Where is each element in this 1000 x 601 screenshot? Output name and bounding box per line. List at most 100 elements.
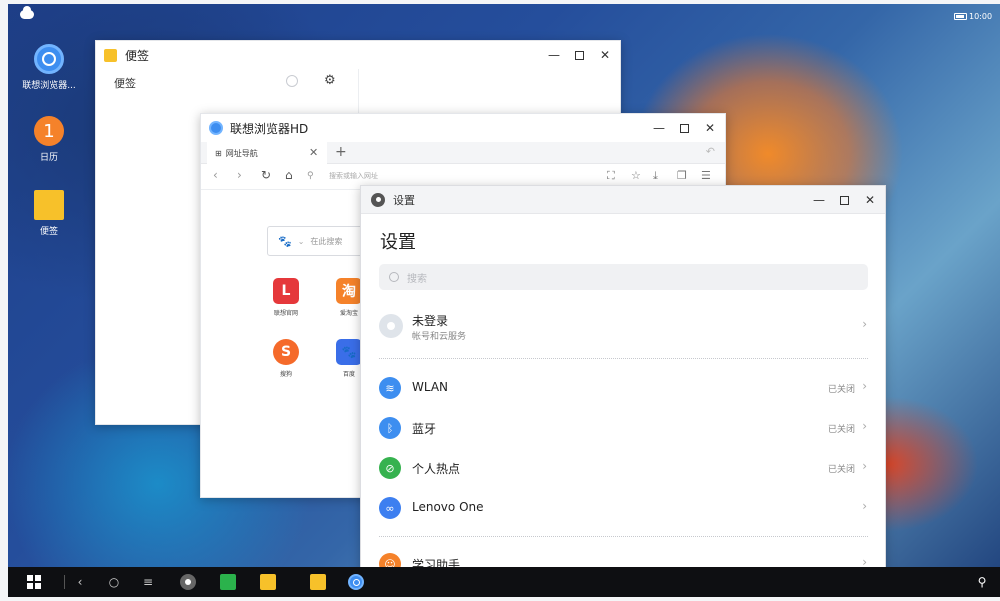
maximize-button[interactable] xyxy=(840,195,849,205)
browser-app-icon xyxy=(34,44,64,74)
window-title: 设置 xyxy=(393,193,415,207)
search-placeholder: 在此搜索 xyxy=(310,236,343,246)
desktop-icon-calendar[interactable]: 1 日历 xyxy=(14,116,84,163)
tab-close-button[interactable]: ✕ xyxy=(309,146,318,159)
row-sublabel: 帐号和云服务 xyxy=(412,332,467,342)
taskbar: ‹ ○ ≡ ⚲ xyxy=(8,567,1000,597)
chevron-right-icon: › xyxy=(862,419,867,433)
undo-icon[interactable]: ↶ xyxy=(706,145,715,158)
tab-bar: ⊞ 网址导航 ✕ + ↶ xyxy=(201,142,725,164)
battery-icon xyxy=(954,13,967,20)
browser-titlebar[interactable]: 联想浏览器HD — ✕ xyxy=(201,114,725,142)
desktop-icon-label: 便签 xyxy=(39,227,58,237)
new-tab-button[interactable]: + xyxy=(335,144,347,160)
browser-icon xyxy=(209,121,223,135)
home-icon[interactable]: ⌂ xyxy=(285,168,293,182)
row-label: Lenovo One xyxy=(412,500,484,514)
desktop-icon-label: 联想浏览器... xyxy=(22,81,76,91)
baidu-paw-icon: 🐾 xyxy=(278,234,292,248)
minimize-button[interactable]: — xyxy=(547,48,561,62)
search-icon[interactable]: ⚲ xyxy=(974,574,990,590)
page-title: 设置 xyxy=(380,232,416,253)
recent-apps-button[interactable]: ≡ xyxy=(140,574,156,590)
star-icon[interactable]: ☆ xyxy=(631,169,641,182)
maximize-button[interactable] xyxy=(680,123,689,133)
bookmark-icon[interactable]: ❐ xyxy=(677,169,687,182)
settings-titlebar[interactable]: 设置 — ✕ xyxy=(361,186,885,214)
notes-list-header: 便签 xyxy=(114,77,136,90)
status-text: 已关闭 xyxy=(827,465,855,475)
row-label: 蓝牙 xyxy=(412,422,437,436)
baidu-search-box[interactable]: 🐾 ⌄ 在此搜索 xyxy=(267,226,367,256)
grid-icon: ⊞ xyxy=(215,148,222,158)
calendar-app-icon: 1 xyxy=(34,116,64,146)
url-input[interactable]: 搜索或输入网址 xyxy=(329,171,378,181)
apps-grid-icon xyxy=(27,575,41,589)
desktop-icon-label: 日历 xyxy=(39,153,58,163)
notes-app-icon xyxy=(34,190,64,220)
divider xyxy=(379,358,868,359)
settings-row-bluetooth[interactable]: ᛒ 蓝牙 已关闭 › xyxy=(361,408,885,448)
download-icon[interactable]: ⤓ xyxy=(653,169,658,183)
lenovo-one-icon: ∞ xyxy=(379,497,401,519)
divider xyxy=(64,575,65,589)
search-icon[interactable] xyxy=(286,75,298,87)
window-title: 联想浏览器HD xyxy=(230,121,309,136)
settings-icon xyxy=(371,192,385,207)
desktop-icon-browser[interactable]: 联想浏览器... xyxy=(14,44,84,91)
maximize-button[interactable] xyxy=(575,50,584,60)
notes-icon xyxy=(104,48,117,62)
settings-row-lenovo-one[interactable]: ∞ Lenovo One › xyxy=(361,488,885,528)
tab-label: 网址导航 xyxy=(225,148,258,158)
app-launcher-button[interactable] xyxy=(26,574,42,590)
taskbar-green-app-icon[interactable] xyxy=(220,574,236,590)
divider xyxy=(379,536,868,537)
wifi-icon: ≋ xyxy=(379,377,401,399)
baidu-icon: 🐾 xyxy=(336,339,362,365)
status-bar: 10:00 xyxy=(8,4,1000,28)
scan-icon[interactable]: ⛶ xyxy=(607,169,615,183)
search-input[interactable]: 搜索 xyxy=(379,264,868,290)
notes-titlebar[interactable]: 便签 — ✕ xyxy=(96,41,620,69)
taskbar-browser-icon[interactable] xyxy=(348,574,364,590)
settings-row-wlan[interactable]: ≋ WLAN 已关闭 › xyxy=(361,368,885,408)
clock: 10:00 xyxy=(969,12,993,21)
settings-window: 设置 — ✕ 设置 搜索 未登录 帐号和云服务 › ≋ WLAN 已关闭 › ᛒ xyxy=(360,185,886,575)
row-label: WLAN xyxy=(412,380,449,394)
desktop-icon-notes[interactable]: 便签 xyxy=(14,190,84,237)
site-sogou[interactable]: S 搜狗 xyxy=(256,339,316,378)
settings-row-account[interactable]: 未登录 帐号和云服务 › xyxy=(361,304,885,348)
forward-icon[interactable]: › xyxy=(237,168,242,182)
desktop: 10:00 联想浏览器... 1 日历 便签 便签 — ✕ 便签 ⚙ 联想浏览器… xyxy=(8,4,1000,597)
window-title: 便签 xyxy=(125,48,150,63)
close-button[interactable]: ✕ xyxy=(598,48,612,62)
back-button[interactable]: ‹ xyxy=(72,574,88,590)
search-icon: ⚲ xyxy=(307,171,314,181)
minimize-button[interactable]: — xyxy=(812,193,826,207)
minimize-button[interactable]: — xyxy=(652,121,666,135)
taskbar-notes-icon[interactable] xyxy=(310,574,326,590)
taobao-icon: 淘 xyxy=(336,278,362,304)
taskbar-file-manager-icon[interactable] xyxy=(260,574,276,590)
taskbar-settings-icon[interactable] xyxy=(180,574,196,590)
gear-icon[interactable]: ⚙ xyxy=(324,73,336,88)
close-button[interactable]: ✕ xyxy=(863,193,877,207)
search-icon xyxy=(389,272,399,282)
chevron-right-icon: › xyxy=(862,379,867,393)
row-label: 个人热点 xyxy=(412,462,461,476)
row-label: 未登录 xyxy=(412,314,449,328)
sogou-icon: S xyxy=(273,339,299,365)
chevron-right-icon: › xyxy=(862,499,867,513)
site-lenovo[interactable]: L 联想官网 xyxy=(256,278,316,317)
back-icon[interactable]: ‹ xyxy=(213,168,218,182)
close-button[interactable]: ✕ xyxy=(703,121,717,135)
hotspot-icon: ⊘ xyxy=(379,457,401,479)
settings-row-hotspot[interactable]: ⊘ 个人热点 已关闭 › xyxy=(361,448,885,488)
home-button[interactable]: ○ xyxy=(106,574,122,590)
menu-icon[interactable]: ☰ xyxy=(701,169,711,182)
site-label: 搜狗 xyxy=(279,371,292,378)
bluetooth-icon: ᛒ xyxy=(379,417,401,439)
lenovo-icon: L xyxy=(273,278,299,304)
search-placeholder: 搜索 xyxy=(407,273,427,285)
refresh-icon[interactable]: ↻ xyxy=(261,168,271,182)
